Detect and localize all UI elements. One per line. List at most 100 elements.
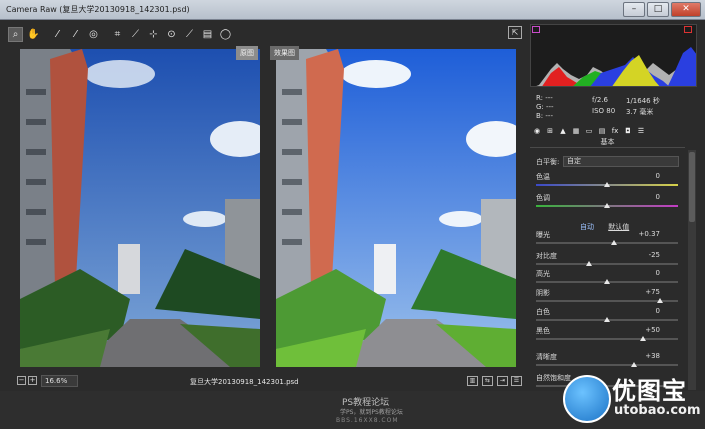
slider-label: 色温 (536, 173, 550, 181)
presets-tab-icon[interactable]: ☰ (637, 127, 645, 135)
g-value: G: --- (536, 103, 554, 111)
slider-label: 曝光 (536, 231, 550, 239)
slider-row: 阴影 +75 (536, 288, 678, 308)
slider-thumb[interactable] (604, 279, 610, 284)
adjustment-brush-icon[interactable]: ⟋ (182, 27, 197, 42)
camera-calibration-tab-icon[interactable]: ◘ (624, 127, 632, 135)
slider-thumb[interactable] (604, 203, 610, 208)
slider-row: 黑色 +50 (536, 326, 678, 346)
auto-button[interactable]: 自动 (580, 223, 594, 231)
slider-value[interactable]: 0 (656, 193, 660, 201)
fullscreen-icon[interactable]: ⇱ (508, 26, 522, 39)
radial-filter-icon[interactable]: ◯ (218, 27, 233, 42)
aperture: f/2.6 (592, 96, 608, 104)
toggle-settings-icon[interactable]: ☰ (511, 376, 522, 386)
white-balance-label: 白平衡: (536, 158, 560, 166)
focal-length: 3.7 毫米 (626, 108, 654, 116)
panel-tabs: ◉ ⊞ ▲ ▦ ▭ ▤ fx ◘ ☰ (530, 125, 697, 137)
watermark-subtitle: 学PS，就到PS教程论坛 (340, 409, 403, 416)
slider-thumb[interactable] (586, 261, 593, 266)
zoom-in-icon[interactable]: + (28, 376, 37, 385)
detail-tab-icon[interactable]: ▲ (559, 127, 567, 135)
slider-value[interactable]: 0 (656, 307, 660, 315)
straighten-icon[interactable]: ⟋ (128, 27, 143, 42)
slider-label: 自然饱和度 (536, 374, 571, 382)
red-eye-icon[interactable]: ⊙ (164, 27, 179, 42)
slider-label: 高光 (536, 270, 550, 278)
scrollbar-thumb[interactable] (689, 152, 695, 222)
slider-label: 阴影 (536, 289, 550, 297)
slider-row: 白色 0 (536, 307, 678, 327)
slider-thumb[interactable] (630, 362, 637, 367)
view-mode-icon[interactable]: ▥ (467, 376, 478, 386)
slider-thumb[interactable] (657, 298, 664, 303)
slider-track[interactable] (536, 364, 678, 366)
bird-logo-icon (563, 375, 611, 423)
slider-row: 对比度 -25 (536, 251, 678, 271)
lens-tab-icon[interactable]: ▤ (598, 127, 606, 135)
slider-row: 高光 0 (536, 269, 678, 289)
slider-row: 曝光 +0.37 (536, 230, 678, 250)
tab-after[interactable]: 效果图 (270, 46, 299, 60)
slider-thumb[interactable] (639, 336, 646, 341)
before-image (20, 49, 260, 367)
auto-default-row: 自动 默认值 (580, 222, 660, 232)
slider-track[interactable] (536, 263, 678, 265)
zoom-out-icon[interactable]: − (17, 376, 26, 385)
slider-value[interactable]: +38 (645, 352, 660, 360)
swap-views-icon[interactable]: ⇆ (482, 376, 493, 386)
panel-scrollbar[interactable] (688, 150, 696, 390)
slider-row: 清晰度 +38 (536, 352, 678, 372)
camera-readout: R: --- G: --- B: --- f/2.6 1/1646 秒 ISO … (530, 92, 697, 122)
slider-track[interactable] (536, 338, 678, 340)
slider-thumb[interactable] (611, 240, 618, 245)
filename: 复旦大学20130918_142301.psd (190, 378, 299, 386)
slider-track[interactable] (536, 242, 678, 244)
spot-removal-icon[interactable]: ⊹ (146, 27, 161, 42)
white-balance-select[interactable]: 自定 (563, 156, 679, 167)
effects-tab-icon[interactable]: fx (611, 127, 619, 135)
zoom-icon[interactable]: ⌕ (8, 26, 23, 42)
slider-row: 色调 0 (536, 193, 678, 213)
slider-thumb[interactable] (604, 182, 610, 187)
crop-icon[interactable]: ⌗ (110, 27, 125, 42)
zoom-level-select[interactable]: 16.6% (41, 375, 78, 387)
color-sampler-icon[interactable]: ⁄ (68, 27, 83, 42)
maximize-button[interactable]: □ (647, 2, 669, 17)
shutter: 1/1646 秒 (626, 97, 660, 105)
minimize-button[interactable]: – (623, 2, 645, 17)
hsl-tab-icon[interactable]: ▦ (572, 127, 580, 135)
slider-thumb[interactable] (604, 317, 610, 322)
logo-url: utobao.com (614, 403, 701, 418)
highlight-clipping-icon[interactable] (684, 26, 692, 33)
graduated-filter-icon[interactable]: ▤ (200, 27, 215, 42)
close-button[interactable]: ✕ (671, 2, 701, 17)
window-title: Camera Raw (复旦大学20130918_142301.psd) (6, 5, 190, 14)
iso: ISO 80 (592, 107, 616, 115)
white-balance-row: 白平衡: 自定 (536, 156, 681, 168)
slider-value[interactable]: 0 (656, 269, 660, 277)
slider-row: 色温 0 (536, 172, 678, 192)
white-balance-icon[interactable]: ⁄ (50, 27, 65, 42)
slider-label: 白色 (536, 308, 550, 316)
basic-tab-icon[interactable]: ◉ (533, 127, 541, 135)
default-button[interactable]: 默认值 (608, 223, 629, 231)
after-image (276, 49, 516, 367)
toolbar: ⌕ ✋ ⁄ ⁄ ◎ ⌗ ⟋ ⊹ ⊙ ⟋ ▤ ◯ (8, 24, 528, 44)
tone-curve-tab-icon[interactable]: ⊞ (546, 127, 554, 135)
hand-icon[interactable]: ✋ (26, 27, 41, 42)
logo-name: 优图宝 (612, 377, 687, 405)
slider-value[interactable]: +50 (645, 326, 660, 334)
slider-value[interactable]: 0 (656, 172, 660, 180)
copy-settings-icon[interactable]: ⇥ (497, 376, 508, 386)
slider-value[interactable]: +75 (645, 288, 660, 296)
shadow-clipping-icon[interactable] (532, 26, 540, 33)
watermark-url: BBS.16XX8.COM (336, 417, 399, 424)
split-toning-tab-icon[interactable]: ▭ (585, 127, 593, 135)
preview-area (14, 46, 526, 371)
b-value: B: --- (536, 112, 553, 120)
slider-value[interactable]: -25 (649, 251, 660, 259)
target-adjust-icon[interactable]: ◎ (86, 27, 101, 42)
title-bar: Camera Raw (复旦大学20130918_142301.psd) – □… (0, 0, 705, 20)
tab-before[interactable]: 原图 (236, 46, 258, 60)
